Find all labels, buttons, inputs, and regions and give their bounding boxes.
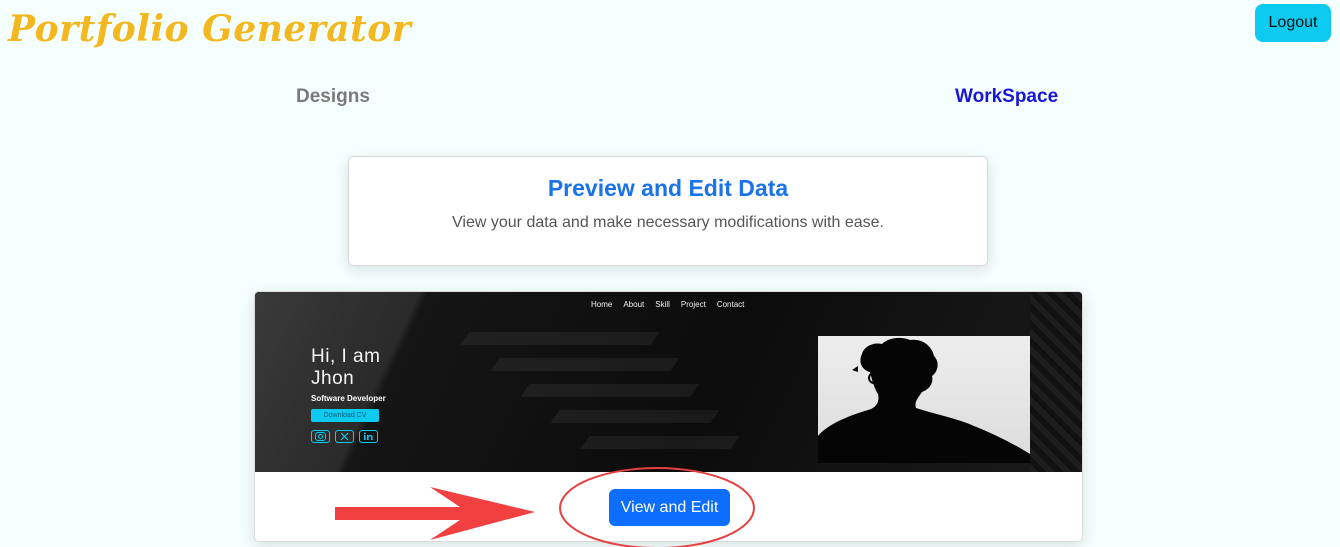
preview-social-icons [311,430,378,443]
portfolio-preview-image: Home About Skill Project Contact Hi, I a… [255,292,1082,472]
info-card-subtitle: View your data and make necessary modifi… [452,214,884,231]
silhouette-graphic [818,337,1030,463]
preview-nav-contact: Contact [716,300,745,309]
hero-stripe [550,410,720,423]
preview-nav-about: About [623,300,645,309]
info-card-title: Preview and Edit Data [547,175,789,201]
preview-greeting-name: Jhon [311,368,355,389]
preview-download-cv-button: Download CV [311,409,379,422]
nav-workspace-link[interactable]: WorkSpace [955,86,1058,108]
preview-nav-home: Home [591,300,613,309]
portfolio-preview-card: Home About Skill Project Contact Hi, I a… [254,291,1083,542]
profile-silhouette-image [818,336,1030,463]
preview-nav-skill: Skill [655,300,670,309]
linkedin-icon [359,430,378,443]
preview-info-card: Preview and Edit Data View your data and… [348,156,988,266]
view-and-edit-button[interactable]: View and Edit [609,489,730,526]
hero-stripe [490,358,680,371]
logout-button[interactable]: Logout [1255,4,1331,42]
hero-stripe [460,332,660,345]
hero-pattern [1030,292,1082,472]
nav-designs-link[interactable]: Designs [296,86,370,108]
preview-nav-project: Project [680,300,706,309]
preview-greeting: Hi, I am Jhon [311,346,380,390]
preview-navbar: Home About Skill Project Contact [591,300,744,309]
hero-stripe [520,384,700,397]
app-brand-title: Portfolio Generator [8,8,412,50]
hero-stripe [580,436,740,449]
preview-role: Software Developer [311,394,386,403]
instagram-icon [311,430,330,443]
x-twitter-icon [335,430,354,443]
preview-greeting-line1: Hi, I am [311,346,381,367]
